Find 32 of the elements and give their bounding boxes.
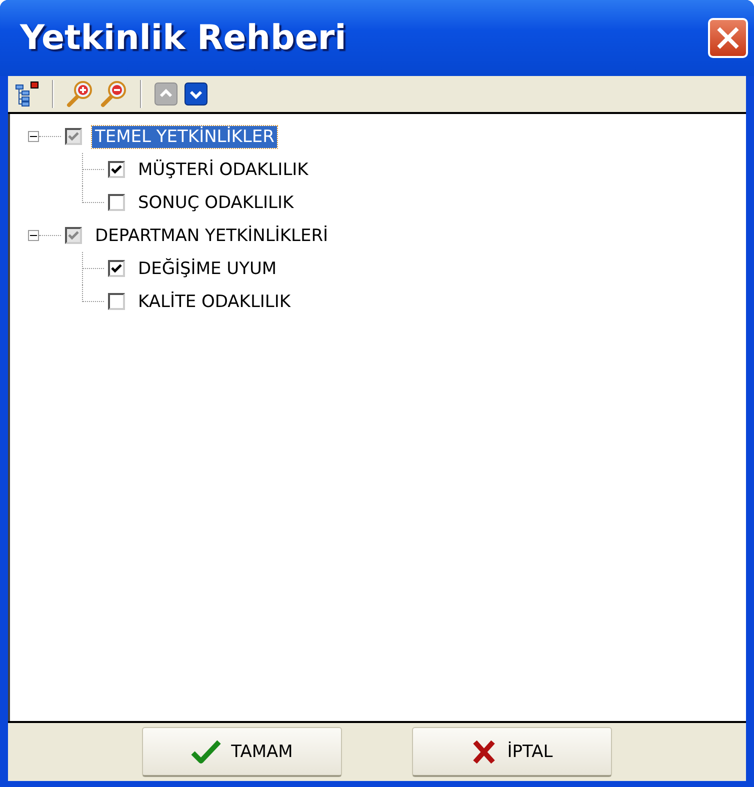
check-icon bbox=[110, 262, 123, 275]
tree-item[interactable]: TEMEL YETKİNLİKLER bbox=[92, 126, 278, 148]
check-icon bbox=[110, 163, 123, 176]
zoom-out-button[interactable] bbox=[100, 80, 128, 108]
cross-icon bbox=[471, 738, 498, 764]
collapse-toggle-icon[interactable] bbox=[28, 230, 39, 241]
checkbox[interactable] bbox=[65, 227, 82, 244]
checkmark-icon bbox=[191, 738, 222, 764]
tree-item[interactable]: MÜŞTERİ ODAKLILIK bbox=[135, 158, 312, 180]
checkbox[interactable] bbox=[108, 293, 125, 310]
zoom-in-icon bbox=[66, 80, 94, 108]
tree-icon bbox=[14, 81, 40, 107]
tree-item[interactable]: SONUÇ ODAKLILIK bbox=[135, 192, 297, 214]
close-icon bbox=[715, 25, 741, 51]
zoom-in-button[interactable] bbox=[66, 80, 94, 108]
check-icon bbox=[67, 130, 80, 143]
check-icon bbox=[67, 229, 80, 242]
checkbox[interactable] bbox=[65, 128, 82, 145]
checkbox[interactable] bbox=[108, 260, 125, 277]
window-title: Yetkinlik Rehberi bbox=[20, 18, 346, 58]
tree-item[interactable]: KALİTE ODAKLILIK bbox=[135, 290, 294, 312]
cancel-button[interactable]: İPTAL bbox=[412, 727, 612, 777]
checkbox[interactable] bbox=[108, 161, 125, 178]
tree-item[interactable]: DEĞİŞİME UYUM bbox=[135, 258, 280, 280]
ok-button[interactable]: TAMAM bbox=[142, 727, 342, 777]
close-button[interactable] bbox=[708, 18, 748, 58]
tree-button[interactable] bbox=[14, 81, 40, 107]
tree-item[interactable]: DEPARTMAN YETKİNLİKLERİ bbox=[92, 224, 332, 246]
down-button[interactable] bbox=[184, 82, 208, 106]
collapse-toggle-icon[interactable] bbox=[28, 131, 39, 142]
zoom-out-icon bbox=[100, 80, 128, 108]
checkbox[interactable] bbox=[108, 194, 125, 211]
